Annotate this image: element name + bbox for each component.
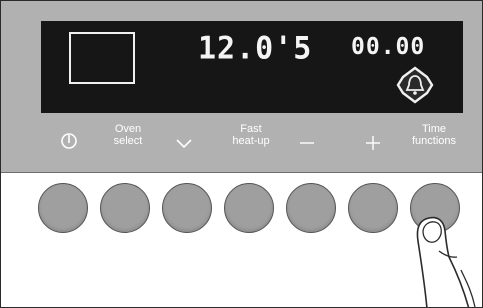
- chevron-down-icon: [172, 135, 196, 153]
- main-readout: 12.0'5: [198, 30, 313, 67]
- control-panel: 12.0'5 00.00 Oven select Fast heat-up Ti…: [1, 1, 482, 173]
- stop-box: [69, 32, 135, 84]
- button-labels: Oven select Fast heat-up Time functions: [1, 113, 482, 171]
- oven-control-illustration: 12.0'5 00.00 Oven select Fast heat-up Ti…: [0, 0, 483, 308]
- plus-icon: [361, 131, 385, 155]
- power-icon: [57, 129, 81, 153]
- label-time-functions-text: Time functions: [411, 123, 457, 147]
- plus-icon: [366, 136, 380, 150]
- power-icon: [61, 133, 77, 149]
- minus-icon: [295, 131, 319, 149]
- label-time-functions: Time functions: [405, 123, 463, 147]
- label-fast-heat-up: Fast heat-up: [226, 123, 276, 147]
- chevron-down-icon: [176, 139, 192, 149]
- label-fast-heat-up-text: Fast heat-up: [232, 123, 270, 147]
- down-button[interactable]: [162, 183, 212, 233]
- fast-heat-up-button[interactable]: [224, 183, 274, 233]
- label-oven-select: Oven select: [106, 123, 150, 147]
- label-oven-select-text: Oven select: [113, 123, 143, 147]
- oven-select-button[interactable]: [100, 183, 150, 233]
- minus-icon: [300, 142, 314, 144]
- minus-button[interactable]: [286, 183, 336, 233]
- timer-readout: 00.00: [351, 34, 426, 60]
- finger-illustration: [416, 216, 476, 307]
- digital-display: 12.0'5 00.00: [41, 21, 463, 113]
- plus-button[interactable]: [348, 183, 398, 233]
- bell-icon: [396, 66, 434, 104]
- power-button[interactable]: [38, 183, 88, 233]
